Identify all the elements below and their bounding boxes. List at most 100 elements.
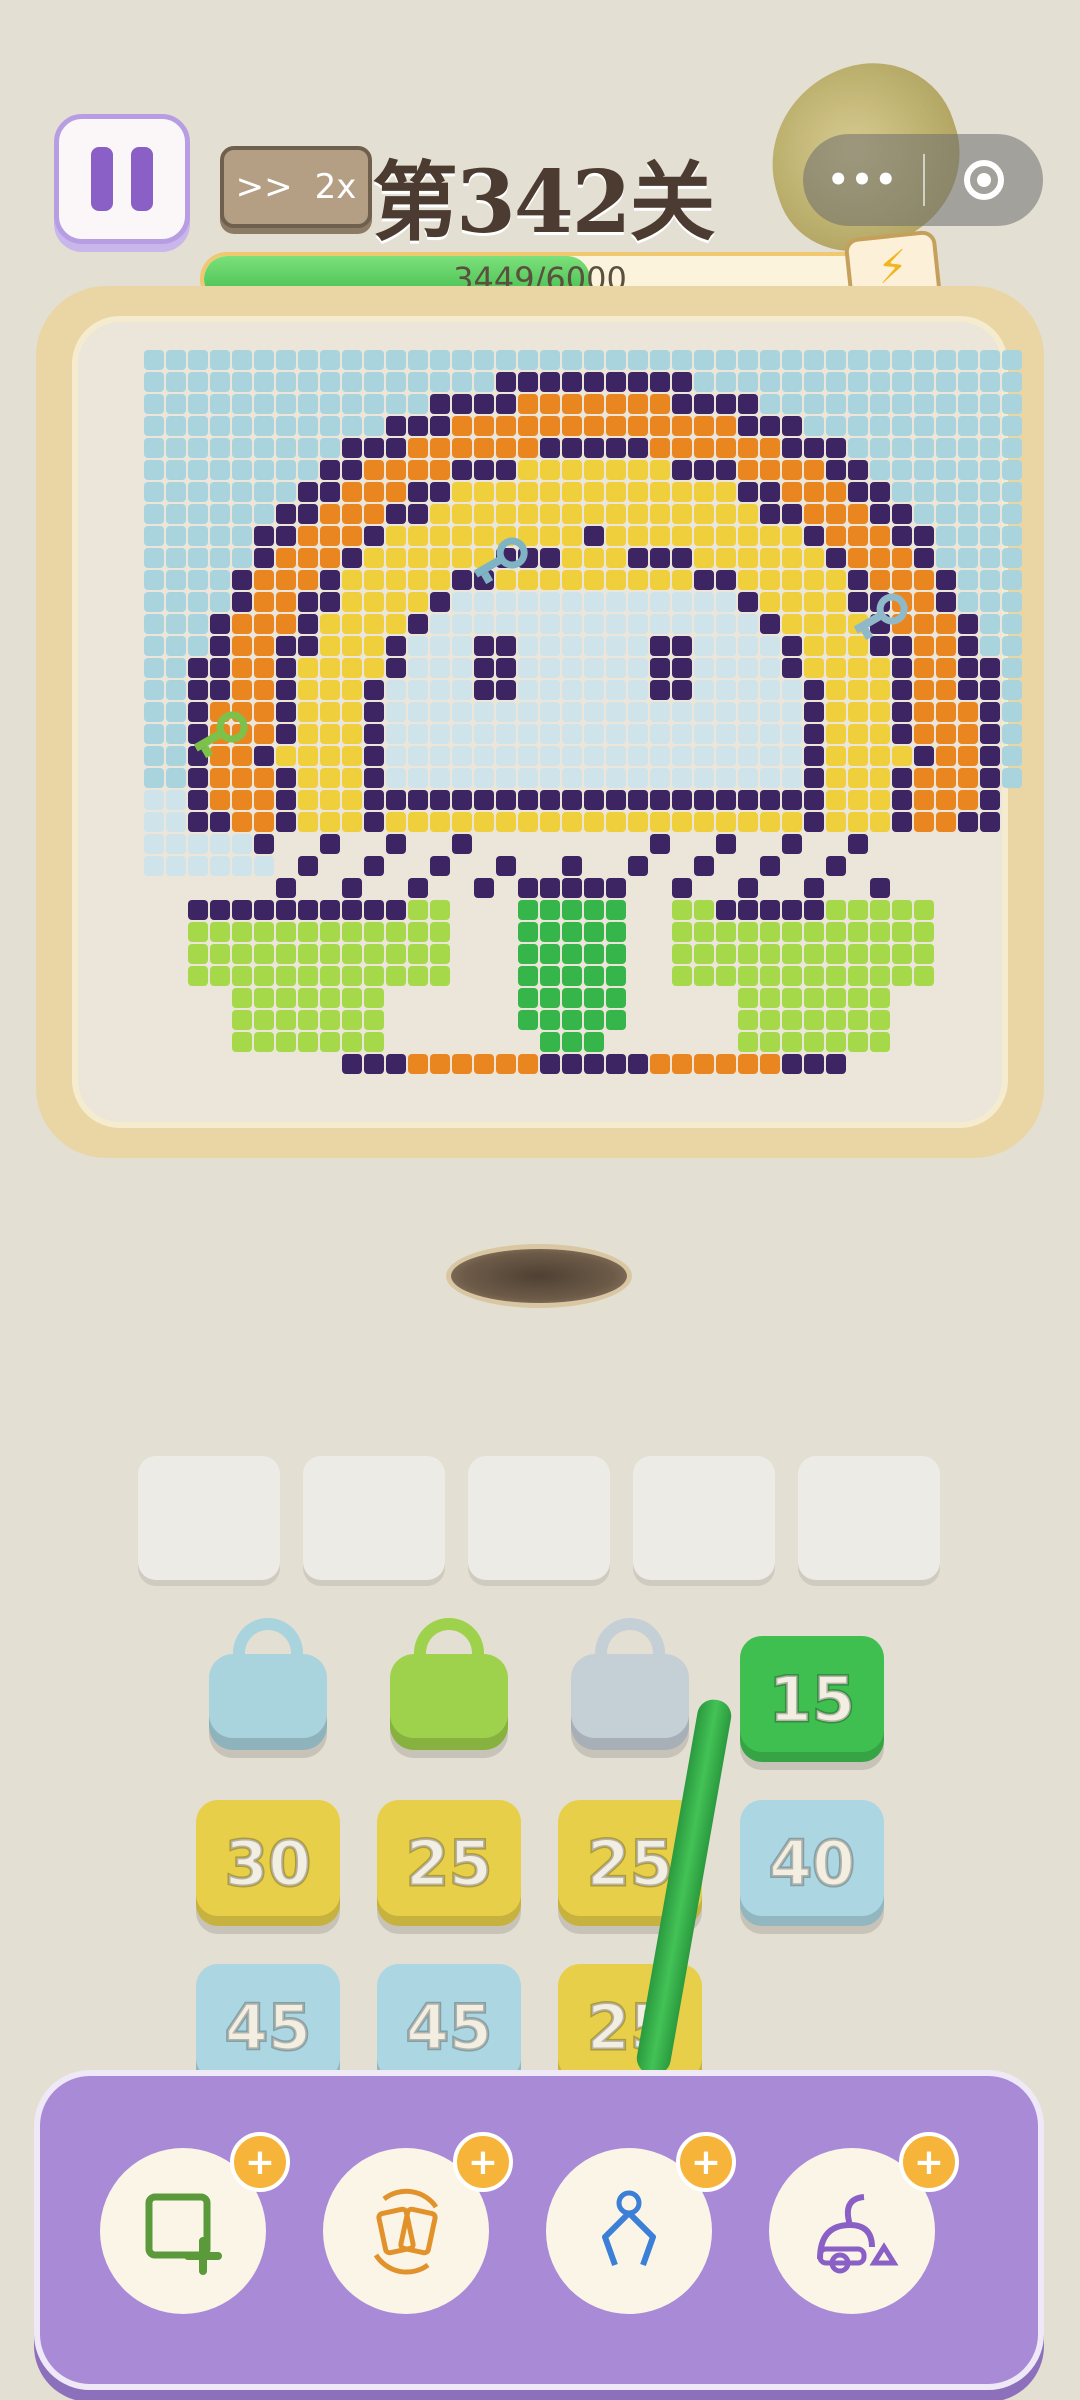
pixel-block <box>584 1032 604 1052</box>
pixel-block <box>452 504 472 524</box>
pixel-block <box>980 416 1000 436</box>
pixel-block <box>870 900 890 920</box>
pixel-block <box>166 702 186 722</box>
pixel-block <box>826 526 846 546</box>
pixel-block <box>584 570 604 590</box>
pixel-block <box>892 922 912 942</box>
pixel-block <box>276 702 296 722</box>
pixel-block <box>188 702 208 722</box>
pixel-block <box>474 350 494 370</box>
pixel-block <box>364 504 384 524</box>
shuffle-icon <box>373 2188 439 2275</box>
pixel-block <box>342 526 362 546</box>
pixel-block <box>760 416 780 436</box>
pixel-block <box>738 680 758 700</box>
pixel-block <box>672 900 692 920</box>
pixel-block <box>738 768 758 788</box>
add-slot-plus-badge[interactable]: + <box>230 2132 290 2192</box>
pixel-block <box>804 878 824 898</box>
locked-tile[interactable] <box>377 1618 521 1762</box>
pixel-block <box>518 988 538 1008</box>
pixel-block <box>892 680 912 700</box>
pixel-block <box>342 394 362 414</box>
pixel-block <box>958 416 978 436</box>
pixel-block <box>958 702 978 722</box>
pixel-block <box>606 416 626 436</box>
pixel-block <box>672 394 692 414</box>
pixel-block <box>232 900 252 920</box>
locked-tile[interactable] <box>558 1618 702 1762</box>
number-tile[interactable]: 15 <box>740 1636 884 1762</box>
shuffle-plus-badge[interactable]: + <box>453 2132 513 2192</box>
pixel-block <box>892 548 912 568</box>
tile-value: 30 <box>223 1825 312 1901</box>
pixel-block <box>606 680 626 700</box>
tile-value: 25 <box>585 1825 674 1901</box>
number-tile[interactable]: 30 <box>196 1800 340 1926</box>
pixel-block <box>166 658 186 678</box>
pixel-block <box>342 350 362 370</box>
pixel-block <box>518 438 538 458</box>
pixel-block <box>364 394 384 414</box>
number-tile[interactable]: 40 <box>740 1800 884 1926</box>
pixel-block <box>210 922 230 942</box>
pixel-block <box>342 504 362 524</box>
vacuum-plus-badge[interactable]: + <box>899 2132 959 2192</box>
pixel-block <box>760 526 780 546</box>
pixel-block <box>210 966 230 986</box>
pixel-block <box>782 768 802 788</box>
pixel-block <box>958 614 978 634</box>
pixel-block <box>386 658 406 678</box>
pixel-block <box>232 790 252 810</box>
pixel-block <box>254 636 274 656</box>
pixel-block <box>650 1054 670 1074</box>
pixel-block <box>430 482 450 502</box>
pixel-block <box>364 724 384 744</box>
pixel-block <box>782 394 802 414</box>
pixel-block <box>672 570 692 590</box>
pixel-block <box>298 702 318 722</box>
pixel-block <box>210 768 230 788</box>
pixel-block <box>782 372 802 392</box>
pixel-block <box>320 966 340 986</box>
pixel-block <box>672 944 692 964</box>
number-tile[interactable]: 25 <box>377 1800 521 1926</box>
pixel-block <box>452 372 472 392</box>
pixel-block <box>716 438 736 458</box>
pixel-block <box>496 790 516 810</box>
pixel-block <box>298 856 318 876</box>
pixel-block <box>584 702 604 722</box>
pixel-block <box>276 658 296 678</box>
pixel-block <box>562 636 582 656</box>
pixel-block <box>672 878 692 898</box>
pixel-block <box>166 636 186 656</box>
pixel-block <box>738 1010 758 1030</box>
pixel-block <box>1002 702 1022 722</box>
pixel-block <box>716 614 736 634</box>
locked-tile[interactable] <box>196 1618 340 1762</box>
pixel-block <box>276 900 296 920</box>
pixel-block <box>870 812 890 832</box>
pixel-block <box>1002 570 1022 590</box>
pixel-block <box>276 482 296 502</box>
pixel-block <box>276 504 296 524</box>
claw-plus-badge[interactable]: + <box>676 2132 736 2192</box>
pixel-block <box>848 966 868 986</box>
pixel-block <box>144 790 164 810</box>
pixel-block <box>672 1054 692 1074</box>
pixel-block <box>562 966 582 986</box>
pixel-block <box>276 570 296 590</box>
pixel-block <box>804 966 824 986</box>
pixel-block <box>628 856 648 876</box>
pixel-block <box>452 570 472 590</box>
pixel-block <box>936 680 956 700</box>
pixel-block <box>848 416 868 436</box>
pixel-block <box>254 482 274 502</box>
pixel-block <box>452 438 472 458</box>
pixel-block <box>914 636 934 656</box>
pixel-block <box>364 350 384 370</box>
pixel-block <box>188 394 208 414</box>
tile-value: 45 <box>223 1989 312 2065</box>
pixel-block <box>738 570 758 590</box>
pixel-block <box>386 1054 406 1074</box>
